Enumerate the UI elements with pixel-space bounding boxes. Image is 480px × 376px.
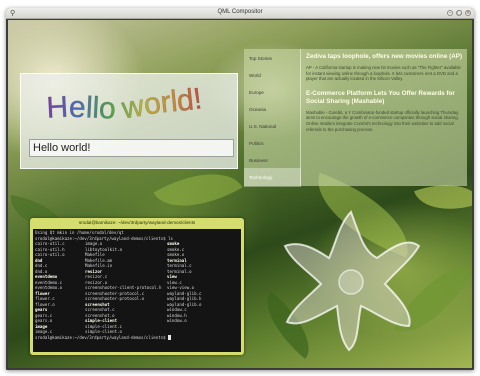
- terminal-line: srodal@kamikaze:~/dev/3rdparty/wayland-d…: [35, 334, 239, 341]
- hello-world-app: Hello world! Hello world!: [20, 73, 238, 169]
- maximize-button[interactable]: □: [456, 10, 462, 16]
- svg-text:Hello world!: Hello world!: [46, 82, 204, 125]
- terminal-text: Using Qt mkin in /home/srodal/dev/qt: [35, 230, 124, 235]
- terminal-output[interactable]: Using Qt mkin in /home/srodal/dev/qt srod…: [33, 229, 241, 352]
- news-headline[interactable]: E-Commerce Platform Lets You Offer Rewar…: [306, 90, 463, 106]
- compositor-window: ⚲ QML Compositor – □ × Hello world! Hell…: [6, 8, 474, 370]
- hello-text-input[interactable]: Hello world!: [29, 139, 234, 157]
- news-category-item[interactable]: Technology: [244, 168, 301, 187]
- news-article-list: Zediva taps loophole, offers new movies …: [306, 53, 463, 140]
- news-reader-app: Top Stories World Europe Oceania U.S. Nation…: [244, 49, 467, 187]
- terminal-window[interactable]: srodal@kamikaze: ~/dev/3rdparty/wayland-…: [30, 218, 244, 355]
- hello-world-wavy-text: Hello world!: [45, 82, 204, 126]
- news-headline[interactable]: Zediva taps loophole, offers new movies …: [306, 53, 463, 61]
- terminal-text: srodal@kamikaze:~/dev/3rdparty/wayland-d…: [35, 235, 174, 241]
- hello-world-art-text: Hello world!: [45, 82, 204, 126]
- minimize-button[interactable]: –: [447, 10, 453, 16]
- window-titlebar[interactable]: ⚲ QML Compositor – □ ×: [6, 8, 474, 19]
- news-article[interactable]: E-Commerce Platform Lets You Offer Rewar…: [306, 90, 463, 132]
- window-title: QML Compositor: [217, 9, 263, 15]
- news-article[interactable]: Zediva taps loophole, offers new movies …: [306, 53, 463, 82]
- terminal-title: srodal@kamikaze: ~/dev/3rdparty/wayland-…: [78, 220, 196, 225]
- terminal-cursor: [168, 334, 172, 340]
- news-category-list: Top Stories World Europe Oceania U.S. Nation…: [244, 49, 301, 187]
- news-summary: AP - A California startup is making new …: [306, 65, 461, 82]
- terminal-text: window.o: [167, 318, 187, 323]
- terminal-text: srodal@kamikaze:~/dev/3rdparty/wayland-d…: [35, 334, 169, 340]
- compositor-desktop: Hello world! Hello world! Top Stories Wor…: [8, 20, 472, 368]
- news-summary: Mashable - Curebit, a Y Combinator-funde…: [306, 109, 460, 132]
- flower-star-icon[interactable]: [275, 206, 427, 356]
- close-button[interactable]: ×: [465, 10, 471, 16]
